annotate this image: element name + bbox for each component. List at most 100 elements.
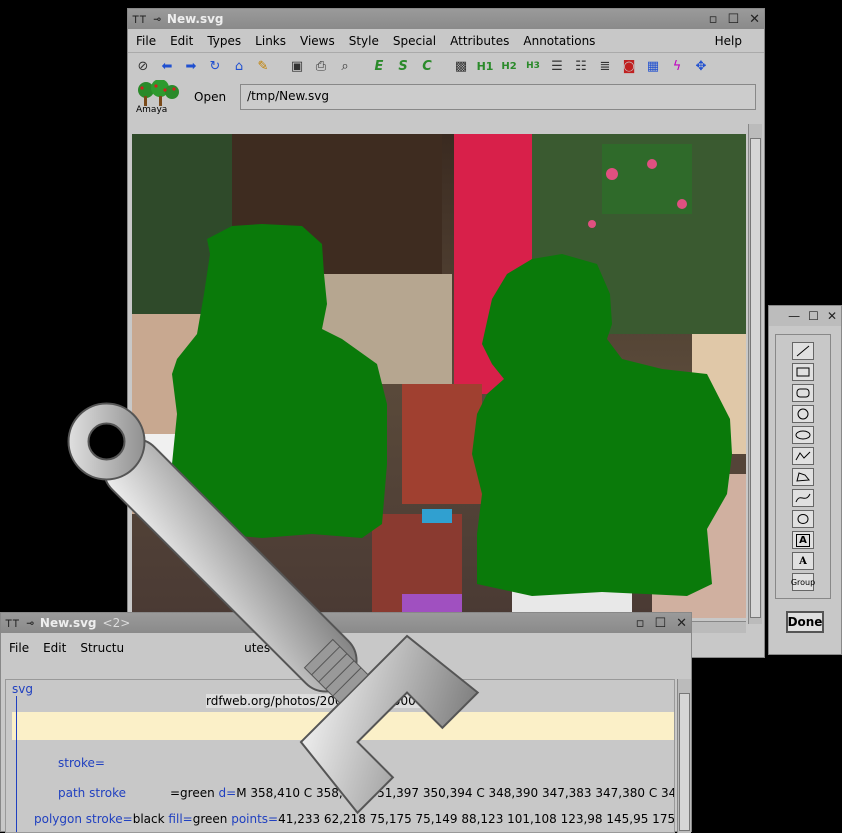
numbered-list-icon[interactable]: ☷ (572, 57, 590, 75)
math-icon[interactable]: ϟ (668, 57, 686, 75)
polygon-stroke-attr: stroke= (85, 812, 133, 826)
minimize-icon[interactable]: ▫ (709, 12, 718, 27)
structure-menu-file[interactable]: File (9, 641, 29, 655)
done-button[interactable]: Done (786, 611, 824, 633)
rectangle-tool-icon[interactable] (792, 363, 814, 381)
text-box-glyph: A (796, 533, 810, 547)
svg-canvas[interactable] (132, 134, 746, 618)
tree-root-svg[interactable]: svg (12, 682, 33, 696)
polygon-stroke-value: black (132, 812, 165, 826)
structure-menu-edit[interactable]: Edit (43, 641, 66, 655)
polygon-tool-icon[interactable] (792, 468, 814, 486)
structure-scroll-thumb[interactable] (679, 693, 690, 831)
text-glyph: A (799, 555, 807, 567)
structure-close-icon[interactable]: ✕ (676, 616, 687, 631)
structure-view[interactable]: svg rdfweb.org/photos/2001/08/24/000741.… (5, 679, 675, 833)
menu-attributes[interactable]: Attributes (450, 34, 509, 48)
image-icon[interactable]: ▩ (452, 57, 470, 75)
polygon-fill-value: green (192, 812, 228, 826)
circle-tool-icon[interactable] (792, 405, 814, 423)
graphics-icon[interactable]: ✥ (692, 57, 710, 75)
polygon-line[interactable]: polygon stroke=black fill=green points=4… (34, 812, 674, 826)
path-elem: path (58, 786, 86, 800)
url-text: /tmp/New.svg (247, 89, 330, 103)
polyline-tool-icon[interactable] (792, 447, 814, 465)
menu-annotations[interactable]: Annotations (523, 34, 595, 48)
menu-help[interactable]: Help (715, 34, 742, 48)
curve-tool-icon[interactable] (792, 489, 814, 507)
polygon-fill-attr: fill= (168, 812, 193, 826)
main-vertical-scrollbar[interactable] (748, 124, 762, 624)
menu-style[interactable]: Style (349, 34, 379, 48)
structure-menubar: File Edit Structu utes (1, 633, 691, 663)
menu-views[interactable]: Views (300, 34, 335, 48)
main-toolbar: ⊘ ⬅ ➡ ↻ ⌂ ✎ ▣ ⎙ ⌕ E S C ▩ H1 H2 H3 ☰ ☷ ≣… (128, 53, 764, 79)
palette-titlebar[interactable]: — ☐ ✕ (769, 306, 841, 326)
rounded-rectangle-tool-icon[interactable] (792, 384, 814, 402)
structure-menu-structure[interactable]: Structu (80, 641, 124, 655)
ellipse-tool-icon[interactable] (792, 426, 814, 444)
group-tool-button[interactable]: Group (791, 573, 815, 591)
tool-palette: — ☐ ✕ A A Group Done (768, 305, 842, 655)
tree-line (16, 696, 17, 832)
palette-maximize-icon[interactable]: ☐ (808, 309, 819, 323)
main-menubar: File Edit Types Links Views Style Specia… (128, 29, 764, 53)
path-d-attr: d= (218, 786, 237, 800)
find-icon[interactable]: ⌕ (336, 57, 354, 75)
menu-file[interactable]: File (136, 34, 156, 48)
closed-curve-tool-icon[interactable] (792, 510, 814, 528)
h3-icon[interactable]: H3 (524, 57, 542, 75)
emphasis-icon[interactable]: E (370, 57, 388, 75)
url-bar: Amaya Open /tmp/New.svg (128, 79, 764, 115)
highlight-row (12, 712, 674, 740)
text-box-tool-icon[interactable]: A (792, 531, 814, 549)
menu-links[interactable]: Links (255, 34, 286, 48)
save-icon[interactable]: ▣ (288, 57, 306, 75)
structure-titlebar[interactable]: ⊤⊤ ⊸ New.svg <2> ▫ ☐ ✕ (1, 613, 691, 633)
reload-icon[interactable]: ↻ (206, 57, 224, 75)
text-tool-icon[interactable]: A (792, 552, 814, 570)
forward-icon[interactable]: ➡ (182, 57, 200, 75)
print-icon[interactable]: ⎙ (312, 57, 330, 75)
maximize-icon[interactable]: ☐ (727, 12, 739, 27)
polygon-points-attr: points= (231, 812, 279, 826)
stop-icon[interactable]: ⊘ (134, 57, 152, 75)
code-icon[interactable]: C (418, 57, 436, 75)
url-field[interactable]: /tmp/New.svg (240, 84, 756, 110)
definition-list-icon[interactable]: ≣ (596, 57, 614, 75)
structure-window: ⊤⊤ ⊸ New.svg <2> ▫ ☐ ✕ File Edit Structu… (0, 612, 692, 833)
home-icon[interactable]: ⌂ (230, 57, 248, 75)
bullet-list-icon[interactable]: ☰ (548, 57, 566, 75)
menu-edit[interactable]: Edit (170, 34, 193, 48)
structure-minimize-icon[interactable]: ▫ (636, 616, 645, 631)
h2-icon[interactable]: H2 (500, 57, 518, 75)
window-menu-icon[interactable]: ⊤⊤ ⊸ (132, 12, 161, 26)
table-icon[interactable]: ▦ (644, 57, 662, 75)
menu-special[interactable]: Special (393, 34, 436, 48)
amaya-logo: Amaya (134, 79, 180, 115)
structure-menu-attributes[interactable]: utes (244, 641, 270, 655)
polygon-elem: polygon (34, 812, 82, 826)
main-window: ⊤⊤ ⊸ New.svg ▫ ☐ ✕ File Edit Types Links… (127, 8, 765, 658)
stroke-attr-label[interactable]: stroke= (58, 756, 105, 770)
line-tool-icon[interactable] (792, 342, 814, 360)
logo-label: Amaya (136, 105, 168, 115)
link-icon[interactable]: ◙ (620, 57, 638, 75)
edit-pencil-icon[interactable]: ✎ (254, 57, 272, 75)
h1-icon[interactable]: H1 (476, 57, 494, 75)
open-label[interactable]: Open (194, 90, 226, 104)
palette-close-icon[interactable]: ✕ (827, 309, 837, 323)
close-icon[interactable]: ✕ (749, 12, 760, 27)
structure-window-menu-icon[interactable]: ⊤⊤ ⊸ (5, 616, 34, 630)
image-href-value[interactable]: rdfweb.org/photos/2001/08/24/000741.JPG (206, 694, 463, 708)
palette-minimize-icon[interactable]: — (788, 309, 800, 323)
path-line[interactable]: path stroke =green d=M 358,410 C 358,404 … (58, 786, 674, 800)
structure-maximize-icon[interactable]: ☐ (654, 616, 666, 631)
menu-types[interactable]: Types (207, 34, 241, 48)
back-icon[interactable]: ⬅ (158, 57, 176, 75)
structure-vertical-scrollbar[interactable] (677, 679, 691, 833)
main-titlebar[interactable]: ⊤⊤ ⊸ New.svg ▫ ☐ ✕ (128, 9, 764, 29)
strong-icon[interactable]: S (394, 57, 412, 75)
path-fill-value: =green (169, 786, 215, 800)
scroll-thumb[interactable] (750, 138, 761, 618)
